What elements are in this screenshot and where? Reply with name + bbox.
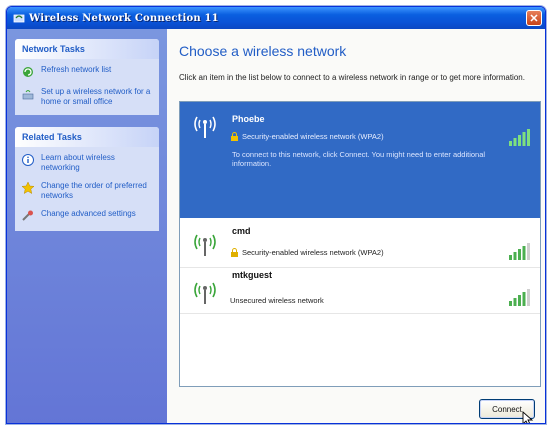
refresh-icon: [21, 65, 35, 79]
task-change-order-preferred[interactable]: Change the order of preferred networks: [21, 181, 153, 201]
network-ssid: cmd: [232, 226, 251, 236]
task-label: Learn about wireless networking: [41, 153, 115, 172]
task-label: Change advanced settings: [41, 209, 136, 218]
network-tasks-heading[interactable]: Network Tasks: [15, 39, 159, 59]
info-icon: [21, 153, 35, 167]
network-item-cmd[interactable]: cmd Security-enabled wireless network (W…: [180, 220, 540, 268]
network-list[interactable]: Phoebe Security-enabled wireless network…: [179, 101, 541, 387]
network-tasks-panel: Network Tasks Refresh network list Set u…: [15, 39, 159, 115]
settings-icon: [21, 209, 35, 223]
signal-strength-icon: [508, 128, 530, 146]
wireless-network-icon: [13, 12, 25, 24]
network-item-mtkguest[interactable]: mtkguest Unsecured wireless network: [180, 268, 540, 314]
task-change-advanced-settings[interactable]: Change advanced settings: [21, 209, 153, 223]
wireless-antenna-icon: [188, 108, 222, 142]
close-button[interactable]: ✕: [526, 10, 542, 26]
task-label: Refresh network list: [41, 65, 112, 74]
task-setup-wireless-network[interactable]: Set up a wireless network for a home or …: [21, 87, 153, 107]
title-bar[interactable]: Wireless Network Connection 11 ✕: [7, 7, 545, 29]
wireless-antenna-icon: [188, 274, 222, 308]
network-connect-message: To connect to this network, click Connec…: [232, 150, 486, 168]
wireless-antenna-icon: [188, 226, 222, 260]
window-title: Wireless Network Connection 11: [29, 12, 219, 24]
security-label: Security-enabled wireless network (WPA2): [242, 248, 384, 257]
network-security: Unsecured wireless network: [230, 296, 324, 305]
security-label: Security-enabled wireless network (WPA2): [242, 132, 384, 141]
setup-network-icon: [21, 87, 35, 101]
task-learn-wireless[interactable]: Learn about wireless networking: [21, 153, 153, 173]
signal-strength-icon: [508, 288, 530, 306]
network-ssid: Phoebe: [232, 114, 265, 124]
network-item-phoebe[interactable]: Phoebe Security-enabled wireless network…: [180, 102, 540, 218]
related-tasks-heading[interactable]: Related Tasks: [15, 127, 159, 147]
security-label: Unsecured wireless network: [230, 296, 324, 305]
lock-icon: [230, 248, 239, 257]
network-ssid: mtkguest: [232, 270, 273, 280]
sidebar: Network Tasks Refresh network list Set u…: [7, 29, 167, 423]
network-security: Security-enabled wireless network (WPA2): [230, 248, 384, 257]
task-label: Change the order of preferred networks: [41, 181, 147, 200]
mouse-cursor-icon: [522, 410, 534, 423]
network-security: Security-enabled wireless network (WPA2): [230, 132, 384, 141]
task-label: Set up a wireless network for a home or …: [41, 87, 151, 106]
close-icon: ✕: [529, 12, 539, 25]
wireless-network-window: Wireless Network Connection 11 ✕ Network…: [6, 6, 546, 424]
star-icon: [21, 181, 35, 195]
lock-icon: [230, 132, 239, 141]
related-tasks-panel: Related Tasks Learn about wireless netwo…: [15, 127, 159, 231]
signal-strength-icon: [508, 242, 530, 260]
page-description: Click an item in the list below to conne…: [179, 73, 525, 82]
task-refresh-network-list[interactable]: Refresh network list: [21, 65, 153, 79]
main-content: Choose a wireless network Click an item …: [167, 29, 545, 423]
page-title: Choose a wireless network: [179, 43, 347, 59]
